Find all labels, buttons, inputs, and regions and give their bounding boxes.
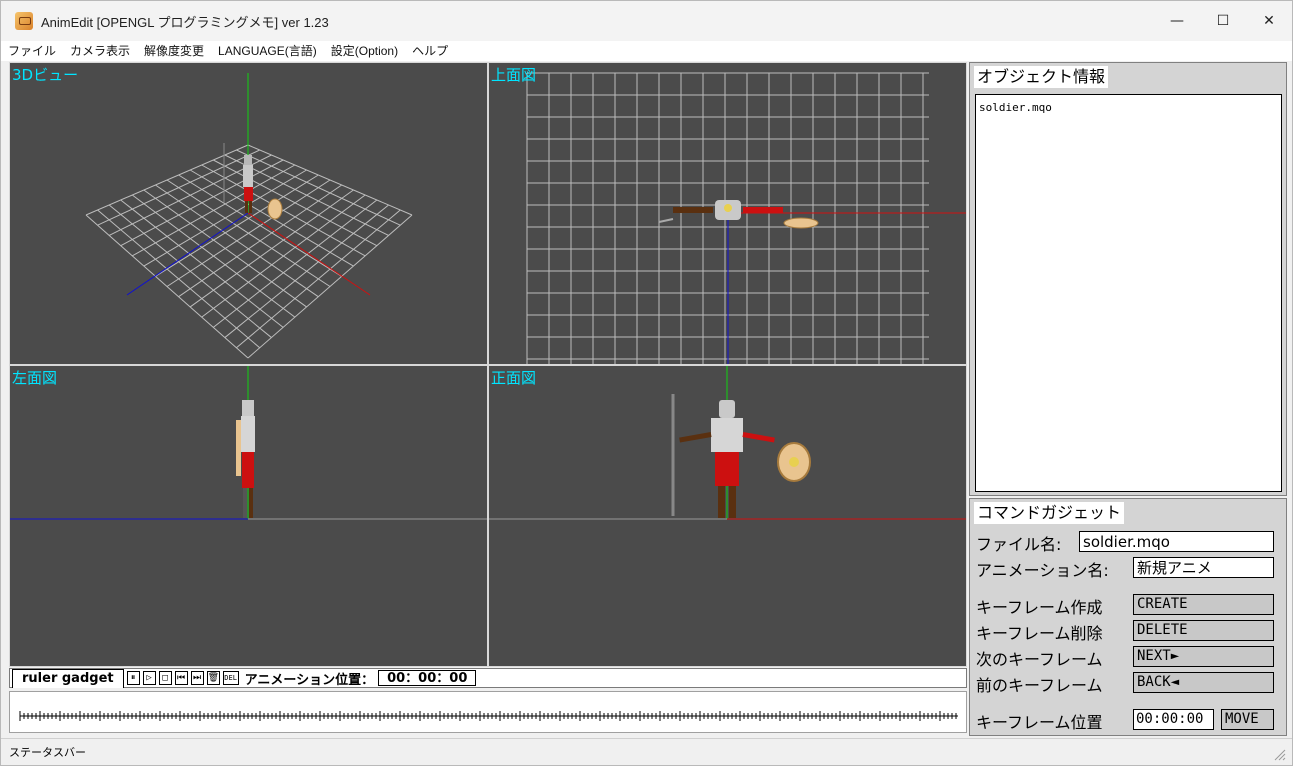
animation-name-field[interactable]: 新規アニメ — [1133, 557, 1274, 578]
close-button[interactable]: ✕ — [1246, 1, 1292, 41]
pause-button[interactable]: ⏸ — [126, 671, 140, 685]
command-gadget-tab[interactable]: コマンドガジェット — [974, 502, 1125, 524]
soldier-figure-top — [658, 200, 819, 229]
viewport-left-label: 左面図 — [12, 369, 58, 387]
window-title: AnimEdit [OPENGL プログラミングメモ] ver 1.23 — [41, 14, 329, 30]
create-button[interactable]: CREATE — [1133, 594, 1274, 615]
delete-button[interactable]: DELETE — [1133, 620, 1274, 641]
minimize-button[interactable]: — — [1154, 1, 1200, 41]
stop-button[interactable]: □ — [158, 671, 172, 685]
soldier-figure-front — [671, 394, 811, 518]
ruler-gadget-tab[interactable]: ruler gadget — [12, 668, 124, 688]
back-keyframe-label: 前のキーフレーム — [976, 676, 1103, 695]
animation-position-label: アニメーション位置： — [244, 672, 375, 688]
animation-name-label: アニメーション名: — [976, 561, 1109, 580]
animation-position-value: 00：00：00 — [378, 670, 477, 686]
menu-language[interactable]: LANGUAGE(言語) — [211, 41, 324, 61]
viewport-top[interactable]: 上面図 — [488, 62, 967, 365]
back-button[interactable]: BACK◄ — [1133, 672, 1274, 693]
menu-camera[interactable]: カメラ表示 — [63, 41, 137, 61]
status-text: ステータスバー — [9, 747, 86, 759]
menu-settings[interactable]: 設定(Option) — [324, 41, 405, 61]
object-info-panel: オブジェクト情報 soldier.mqo — [969, 62, 1287, 496]
menu-resolution[interactable]: 解像度変更 — [137, 41, 211, 61]
app-window: AnimEdit [OPENGL プログラミングメモ] ver 1.23 — ☐… — [0, 0, 1293, 766]
ruler-track[interactable] — [9, 691, 967, 733]
app-icon — [15, 12, 33, 30]
soldier-figure-3d — [223, 143, 283, 220]
delete-keyframe-label: キーフレーム削除 — [976, 624, 1103, 643]
menu-help[interactable]: ヘルプ — [405, 41, 455, 61]
viewport-3d-label: 3Dビュー — [12, 66, 79, 84]
status-bar: ステータスバー — [1, 738, 1292, 765]
filename-field[interactable]: soldier.mqo — [1079, 531, 1274, 552]
ruler-gadget-bar: ruler gadget ⏸ ▷ □ ⏮ ⏭ 🗑 DEL アニメーション位置： … — [9, 668, 967, 688]
ruler-ticks — [19, 711, 958, 721]
window-controls: — ☐ ✕ — [1154, 1, 1292, 41]
command-gadget-panel: コマンドガジェット ファイル名: soldier.mqo アニメーション名: 新… — [969, 498, 1287, 736]
object-list[interactable]: soldier.mqo — [975, 94, 1282, 492]
list-item[interactable]: soldier.mqo — [976, 95, 1281, 114]
viewport-front[interactable]: 正面図 — [488, 365, 967, 667]
object-info-tab[interactable]: オブジェクト情報 — [974, 66, 1109, 88]
next-keyframe-label: 次のキーフレーム — [976, 650, 1103, 669]
del-button[interactable]: DEL — [222, 671, 239, 685]
create-keyframe-label: キーフレーム作成 — [976, 598, 1103, 617]
viewport-front-label: 正面図 — [491, 369, 537, 387]
viewport-left[interactable]: 左面図 — [9, 365, 488, 667]
title-bar[interactable]: AnimEdit [OPENGL プログラミングメモ] ver 1.23 — ☐… — [1, 1, 1292, 41]
menu-file[interactable]: ファイル — [1, 41, 63, 61]
viewport-area: 3Dビュー 上面図 左面図 正面図 — [9, 62, 967, 667]
viewport-top-label: 上面図 — [491, 66, 537, 84]
menu-bar: ファイル カメラ表示 解像度変更 LANGUAGE(言語) 設定(Option)… — [1, 41, 1292, 61]
keyframe-position-field[interactable]: 00:00:00 — [1133, 709, 1214, 730]
next-button[interactable]: NEXT► — [1133, 646, 1274, 667]
viewport-left-canvas — [10, 366, 487, 520]
soldier-figure-left — [236, 400, 255, 518]
trash-icon[interactable]: 🗑 — [206, 671, 220, 685]
viewport-3d[interactable]: 3Dビュー — [9, 62, 488, 365]
first-frame-button[interactable]: ⏮ — [174, 671, 188, 685]
keyframe-position-label: キーフレーム位置 — [976, 713, 1103, 732]
filename-label: ファイル名: — [976, 535, 1062, 554]
resize-grip-icon[interactable] — [1272, 747, 1286, 761]
maximize-button[interactable]: ☐ — [1200, 1, 1246, 41]
play-button[interactable]: ▷ — [142, 671, 156, 685]
viewport-front-canvas — [489, 366, 966, 520]
last-frame-button[interactable]: ⏭ — [190, 671, 204, 685]
move-button[interactable]: MOVE — [1221, 709, 1274, 730]
viewport-top-canvas — [526, 72, 966, 364]
viewport-3d-canvas — [85, 73, 413, 359]
